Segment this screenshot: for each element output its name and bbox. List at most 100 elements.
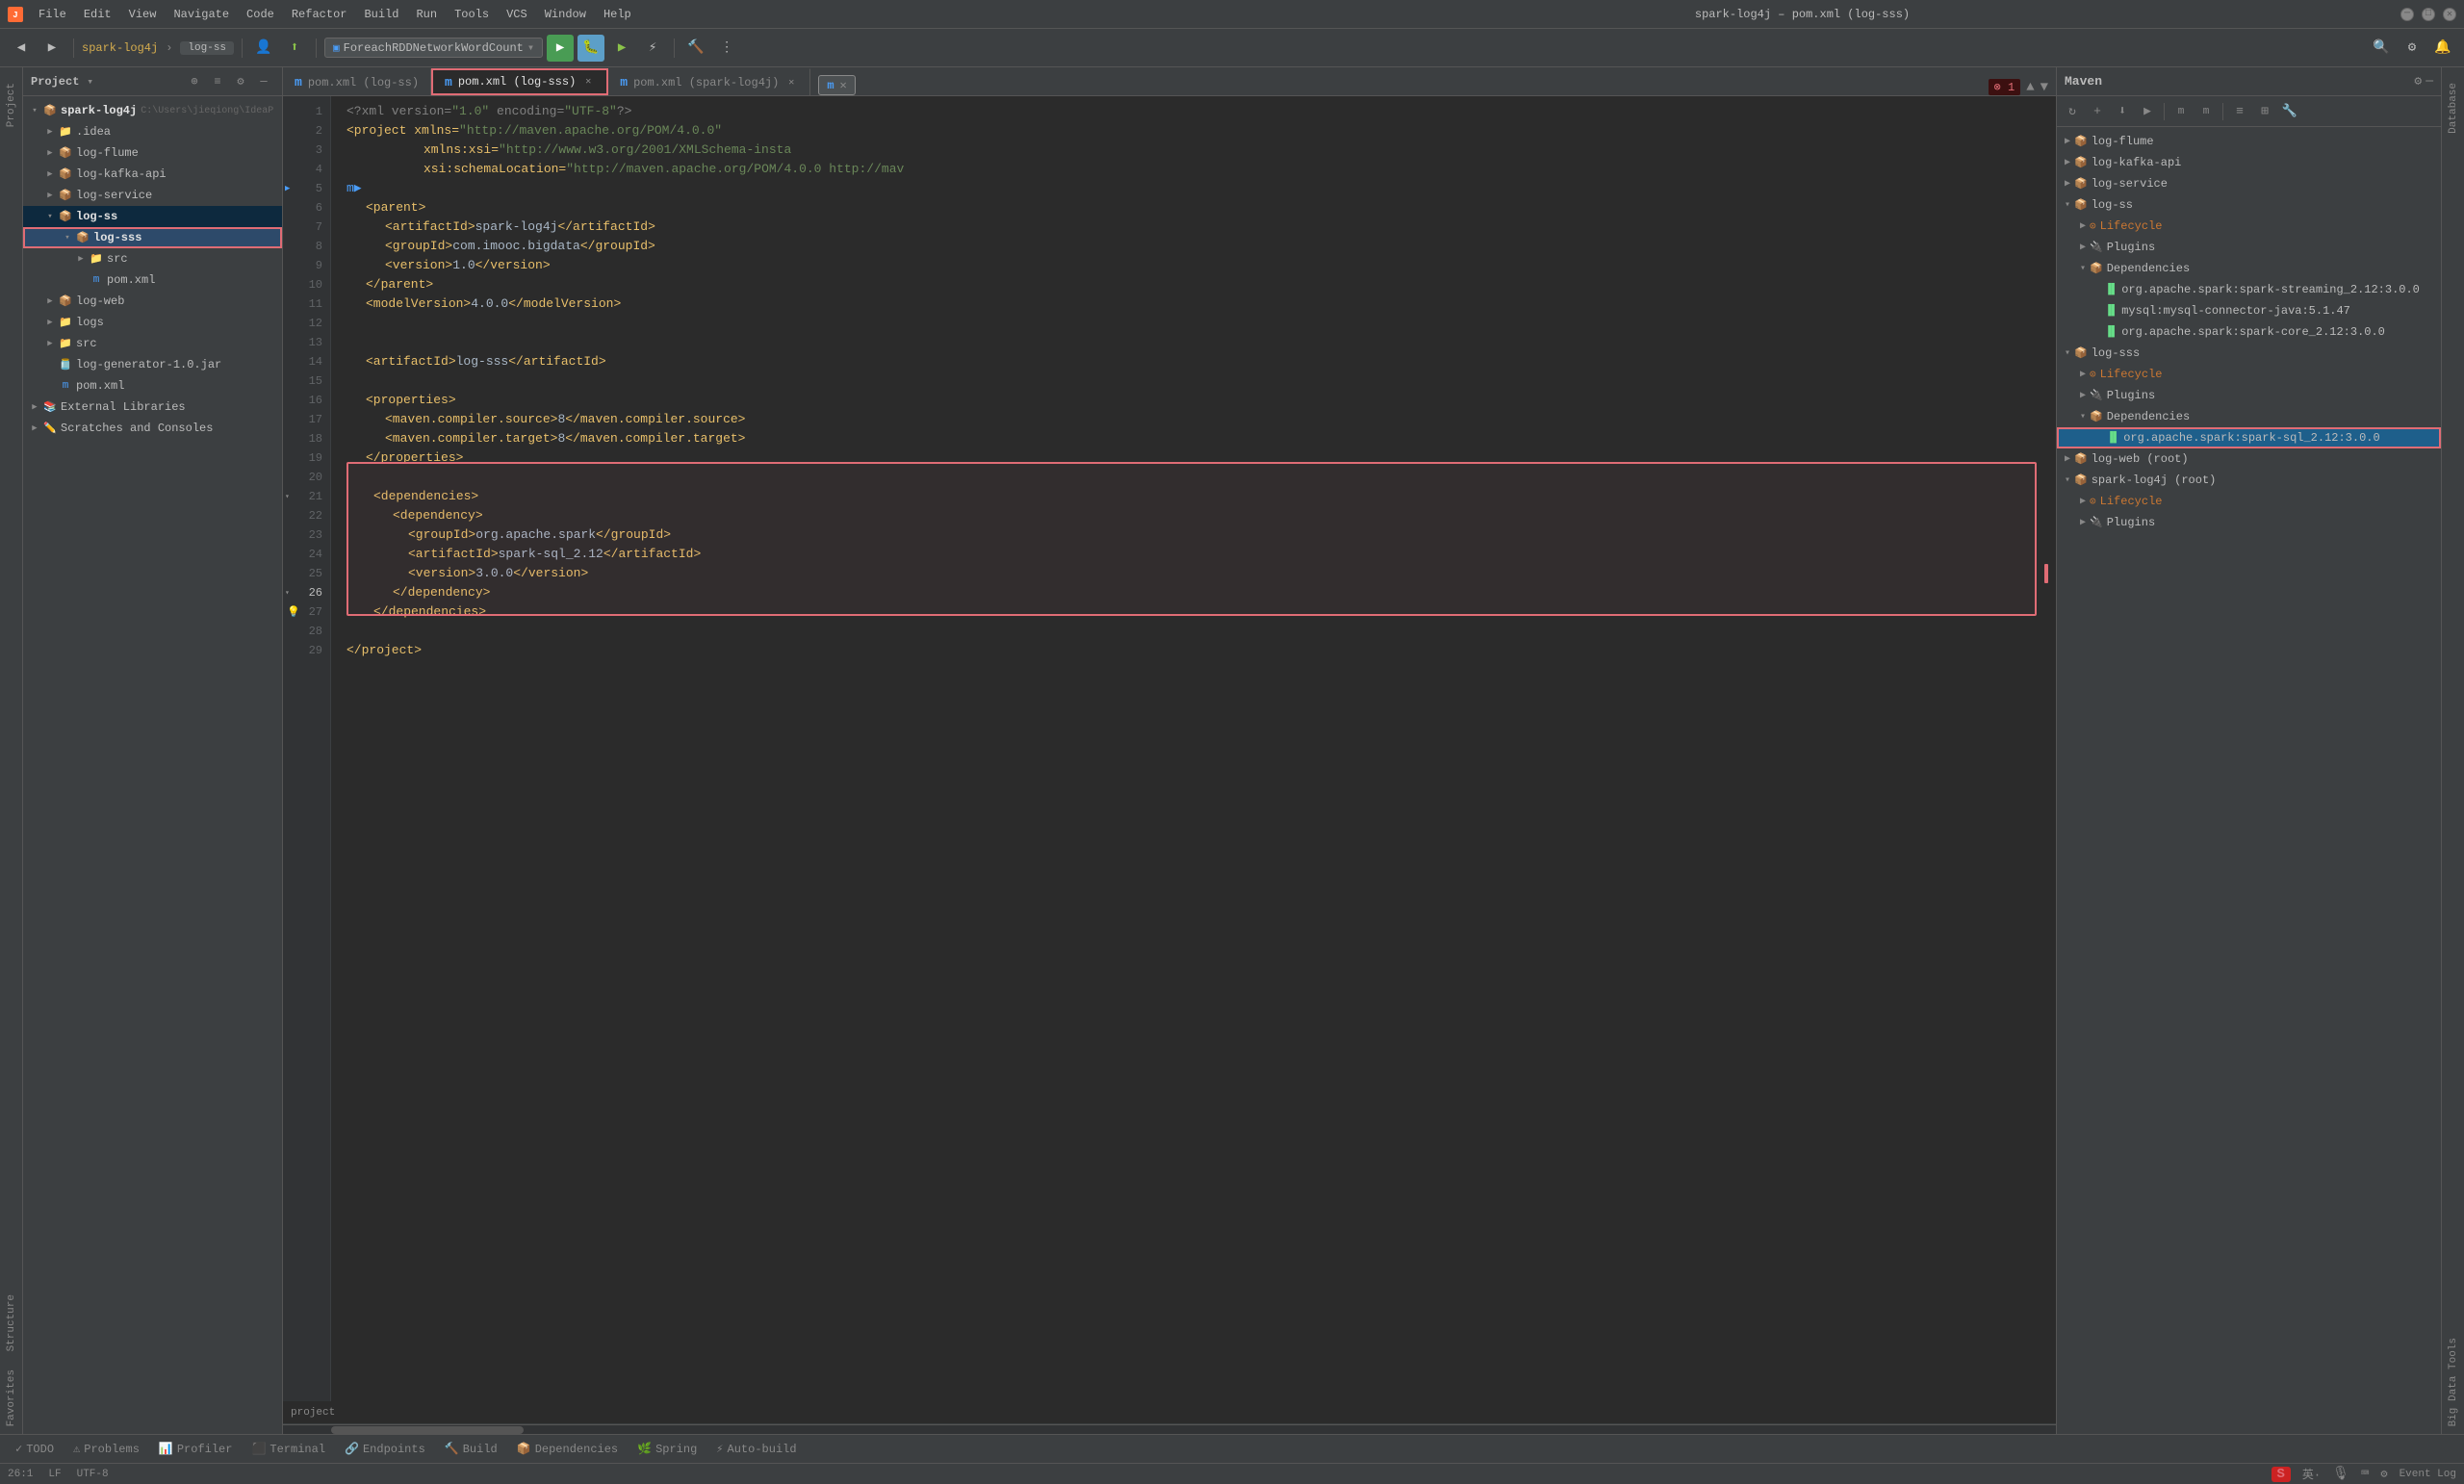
event-log-label[interactable]: Event Log [2400, 1469, 2456, 1480]
tree-item-src[interactable]: ▶ 📁 src [23, 248, 282, 269]
maven-dep-spark-sql[interactable]: ▶ ▐▌ org.apache.spark:spark-sql_2.12:3.0… [2057, 427, 2441, 448]
menu-build[interactable]: Build [356, 6, 406, 23]
tree-item-log-sss[interactable]: ▾ 📦 log-sss [23, 227, 282, 248]
profile-run-button[interactable]: ⚡ [639, 35, 666, 62]
maven-item-deps-sss[interactable]: ▾ 📦 Dependencies [2057, 406, 2441, 427]
tree-item-pom-xml-sss[interactable]: ▶ m pom.xml [23, 269, 282, 291]
scroll-up-button[interactable]: ▲ [2026, 80, 2034, 95]
ime-icon[interactable]: S [2272, 1467, 2291, 1482]
maven-item-plugins-sss[interactable]: ▶ 🔌 Plugins [2057, 385, 2441, 406]
bottom-tab-todo[interactable]: ✓ TODO [8, 1440, 62, 1458]
menu-navigate[interactable]: Navigate [166, 6, 237, 23]
maven-item-log-kafka-api[interactable]: ▶ 📦 log-kafka-api [2057, 152, 2441, 173]
vcs-button[interactable]: ⬆ [281, 35, 308, 62]
maven-item-plugins-root[interactable]: ▶ 🔌 Plugins [2057, 512, 2441, 533]
maven-dep-spark-core[interactable]: ▶ ▐▌ org.apache.spark:spark-core_2.12:3.… [2057, 321, 2441, 343]
maven-expand-button[interactable]: ⊞ [2253, 100, 2276, 123]
maven-download-button[interactable]: ⬇ [2111, 100, 2134, 123]
bottom-tab-spring[interactable]: 🌿 Spring [629, 1440, 705, 1458]
maven-refresh-button[interactable]: ↻ [2061, 100, 2084, 123]
maven-item-spark-log4j[interactable]: ▾ 📦 spark-log4j (root) [2057, 470, 2441, 491]
menu-help[interactable]: Help [596, 6, 639, 23]
maven-item-log-flume[interactable]: ▶ 📦 log-flume [2057, 131, 2441, 152]
structure-tab-vertical[interactable]: Structure [3, 1287, 20, 1359]
tree-item-log-service[interactable]: ▶ 📦 log-service [23, 185, 282, 206]
maven-plugins-btn[interactable]: m [2194, 100, 2218, 123]
bottom-tab-autobuild[interactable]: ⚡ Auto-build [708, 1440, 804, 1458]
maven-item-deps-ss[interactable]: ▾ 📦 Dependencies [2057, 258, 2441, 279]
tree-item-scratches[interactable]: ▶ ✏️ Scratches and Consoles [23, 418, 282, 439]
more-run-button[interactable]: ⋮ [713, 35, 740, 62]
branch-label[interactable]: log-ss [180, 41, 234, 55]
maven-item-log-service[interactable]: ▶ 📦 log-service [2057, 173, 2441, 194]
tree-item-log-kafka-api[interactable]: ▶ 📦 log-kafka-api [23, 164, 282, 185]
debug-button[interactable]: 🐛 [578, 35, 604, 62]
tree-item-idea[interactable]: ▶ 📁 .idea [23, 121, 282, 142]
tree-item-log-ss[interactable]: ▾ 📦 log-ss [23, 206, 282, 227]
database-tab-vertical[interactable]: Database [2445, 75, 2462, 141]
scroll-down-button[interactable]: ▼ [2040, 80, 2048, 95]
microphone-icon[interactable]: 🎙 [2332, 1466, 2349, 1482]
maven-filter-button[interactable]: 🔧 [2278, 100, 2301, 123]
tree-item-log-flume[interactable]: ▶ 📦 log-flume [23, 142, 282, 164]
maven-minimize-button[interactable]: ─ [2426, 74, 2433, 89]
maven-item-lifecycle-sss[interactable]: ▶ ⊙ Lifecycle [2057, 364, 2441, 385]
tree-item-src-root[interactable]: ▶ 📁 src [23, 333, 282, 354]
menu-edit[interactable]: Edit [76, 6, 119, 23]
locate-in-tree-button[interactable]: ⊕ [184, 71, 205, 92]
project-tab-vertical[interactable]: Project [3, 75, 20, 135]
notification-close[interactable]: ✕ [840, 78, 847, 92]
close-panel-button[interactable]: ─ [253, 71, 274, 92]
tab-close-log-sss[interactable]: ✕ [581, 75, 595, 89]
tab-pom-spark-log4j[interactable]: m pom.xml (spark-log4j) ✕ [608, 68, 810, 95]
bulb-icon-27[interactable]: 💡 [287, 605, 300, 619]
maven-settings-button[interactable]: ⚙ [2414, 74, 2422, 89]
forward-button[interactable]: ▶ [38, 35, 65, 62]
settings-panel-button[interactable]: ⚙ [230, 71, 251, 92]
menu-vcs[interactable]: VCS [499, 6, 535, 23]
project-dropdown[interactable]: ▾ [87, 75, 93, 89]
notifications-button[interactable]: 🔔 [2429, 35, 2456, 62]
close-button[interactable]: ✕ [2443, 8, 2456, 21]
tree-item-logs[interactable]: ▶ 📁 logs [23, 312, 282, 333]
bigdata-tab-vertical[interactable]: Big Data Tools [2445, 1330, 2462, 1434]
settings-icon-status[interactable]: ⚙ [2380, 1467, 2387, 1481]
menu-refactor[interactable]: Refactor [284, 6, 355, 23]
menu-run[interactable]: Run [408, 6, 445, 23]
menu-window[interactable]: Window [537, 6, 594, 23]
tab-close-spark-log4j[interactable]: ✕ [784, 76, 798, 90]
maven-item-lifecycle-ss[interactable]: ▶ ⊙ Lifecycle [2057, 216, 2441, 237]
menu-tools[interactable]: Tools [447, 6, 497, 23]
keyboard-icon[interactable]: ⌨ [2361, 1466, 2369, 1482]
code-editor[interactable]: <?xml version="1.0" encoding="UTF-8"?> <… [331, 96, 2056, 1401]
build-button[interactable]: 🔨 [682, 35, 709, 62]
language-switcher[interactable]: 英· [2302, 1466, 2321, 1482]
coverage-button[interactable]: ▶ [608, 35, 635, 62]
bottom-tab-problems[interactable]: ⚠ Problems [65, 1440, 147, 1458]
maven-dep-spark-streaming[interactable]: ▶ ▐▌ org.apache.spark:spark-streaming_2.… [2057, 279, 2441, 300]
maven-dep-mysql[interactable]: ▶ ▐▌ mysql:mysql-connector-java:5.1.47 [2057, 300, 2441, 321]
bottom-tab-terminal[interactable]: ⬛ Terminal [244, 1440, 333, 1458]
search-everywhere-button[interactable]: 🔍 [2368, 35, 2395, 62]
run-config-selector[interactable]: ▣ ForeachRDDNetworkWordCount ▾ [324, 38, 543, 58]
bottom-tab-dependencies[interactable]: 📦 Dependencies [509, 1440, 626, 1458]
tree-item-pom-xml-root[interactable]: ▶ m pom.xml [23, 375, 282, 397]
maven-run-button[interactable]: ▶ [2136, 100, 2159, 123]
tree-item-spark-log4j[interactable]: ▾ 📦 spark-log4j C:\Users\jieqiong\IdeaP [23, 100, 282, 121]
maven-item-lifecycle-root[interactable]: ▶ ⊙ Lifecycle [2057, 491, 2441, 512]
collapse-all-button[interactable]: ≡ [207, 71, 228, 92]
maven-collapse-button[interactable]: ≡ [2228, 100, 2251, 123]
maven-lifecycle-button[interactable]: m [2169, 100, 2193, 123]
bottom-tab-build[interactable]: 🔨 Build [437, 1440, 505, 1458]
tab-pom-log-sss[interactable]: m pom.xml (log-sss) ✕ [431, 68, 608, 95]
run-button[interactable]: ▶ [547, 35, 574, 62]
back-button[interactable]: ◀ [8, 35, 35, 62]
maven-add-button[interactable]: + [2086, 100, 2109, 123]
minimize-button[interactable]: ─ [2400, 8, 2414, 21]
tree-item-log-web[interactable]: ▶ 📦 log-web [23, 291, 282, 312]
settings-button[interactable]: ⚙ [2399, 35, 2426, 62]
maven-item-log-sss[interactable]: ▾ 📦 log-sss [2057, 343, 2441, 364]
maven-item-plugins-ss[interactable]: ▶ 🔌 Plugins [2057, 237, 2441, 258]
maven-item-log-web[interactable]: ▶ 📦 log-web (root) [2057, 448, 2441, 470]
maximize-button[interactable]: □ [2422, 8, 2435, 21]
